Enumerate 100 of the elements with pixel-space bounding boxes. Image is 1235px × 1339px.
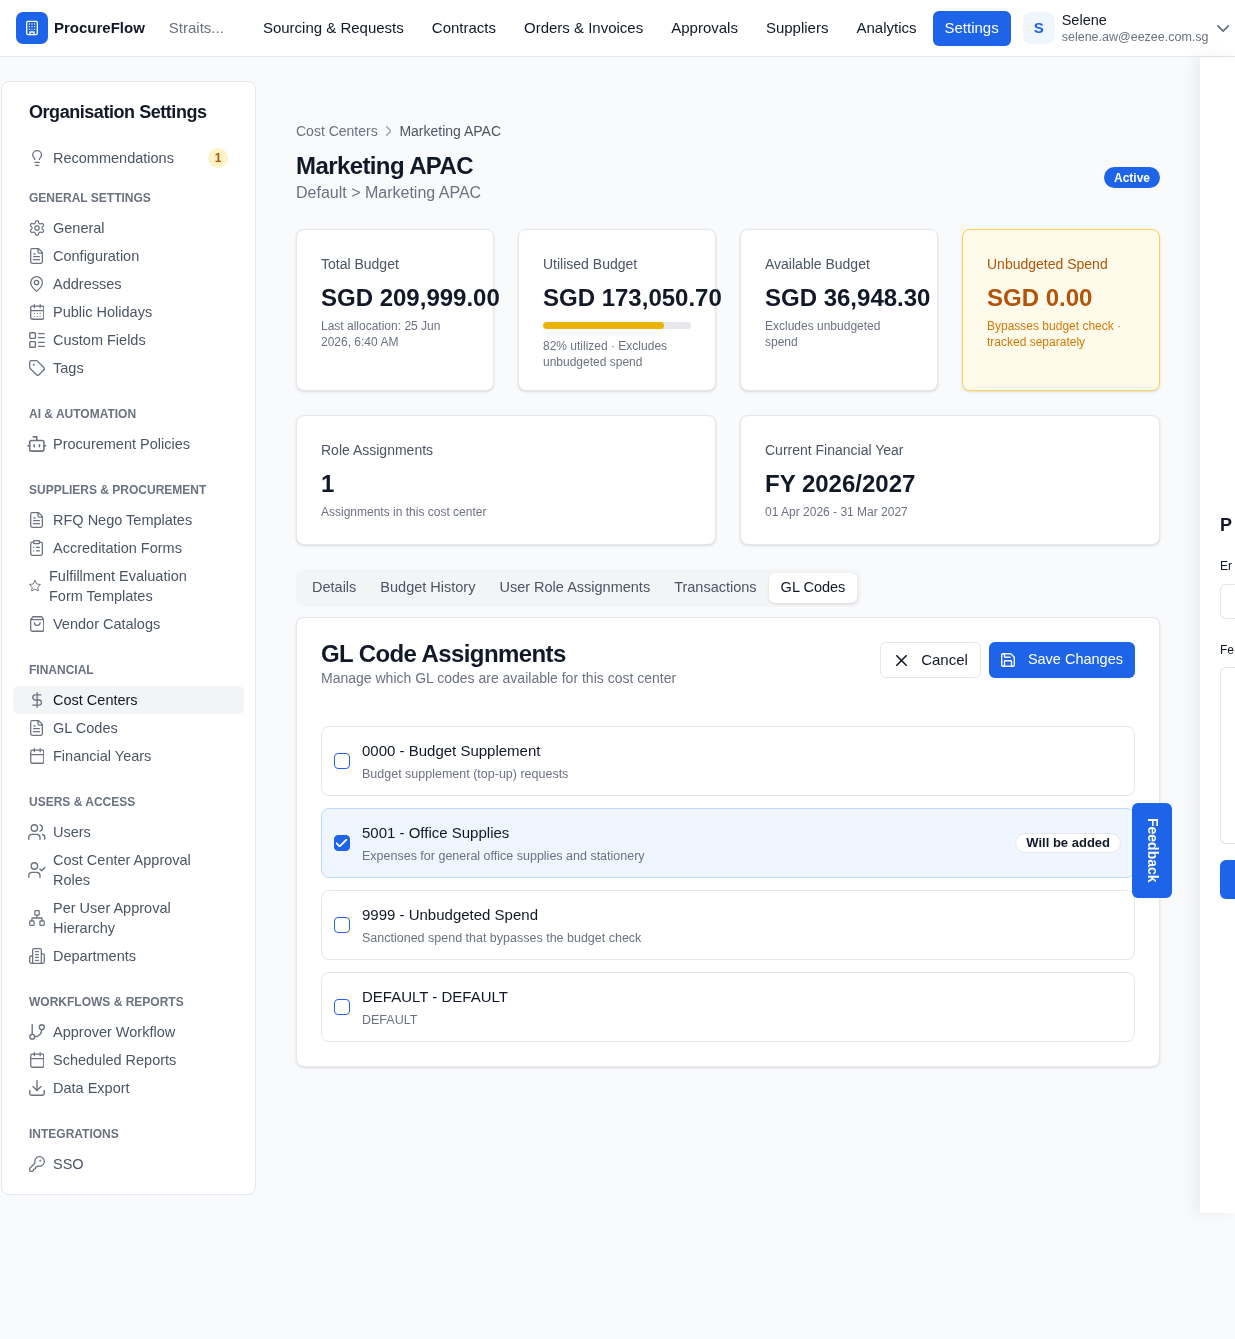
user-name: Selene (1061, 11, 1108, 29)
stat-note: Excludes unbudgeted spend (765, 318, 882, 350)
submit-button[interactable] (1220, 860, 1235, 899)
section-heading: GENERAL SETTINGS (28, 190, 152, 206)
page-title: Marketing APAC (296, 151, 474, 181)
sidebar-item[interactable]: Per User Approval Hierarchy (13, 894, 244, 942)
feedback-tab[interactable]: Feedback (1132, 803, 1172, 898)
nav-link[interactable]: Suppliers (753, 10, 841, 46)
tag-icon (29, 360, 45, 376)
section-heading: SUPPLIERS & PROCUREMENT (28, 482, 208, 498)
nav-link[interactable]: Approvals (659, 10, 750, 46)
users-icon (28, 824, 46, 840)
gl-code-name: DEFAULT - DEFAULT (362, 986, 508, 1007)
input-field[interactable] (1220, 584, 1235, 619)
organization-name[interactable]: Straits... (168, 16, 224, 40)
sidebar-item[interactable]: Vendor Catalogs (13, 610, 244, 638)
stat-note: Last allocation: 25 Jun 2026, 6:40 AM (321, 318, 442, 350)
summary-label: Current Financial Year (765, 441, 904, 460)
sidebar-item[interactable]: General (13, 214, 244, 242)
summary-value: 1 (321, 469, 335, 499)
section-heading: FINANCIAL (28, 662, 95, 678)
sidebar-item[interactable]: Cost Centers (13, 686, 244, 714)
sidebar-item[interactable]: Tags (13, 354, 244, 382)
user-avatar[interactable]: S (1022, 12, 1055, 44)
sidebar-item[interactable]: Addresses (13, 270, 244, 298)
logo-icon[interactable] (16, 12, 48, 44)
calendar-icon (29, 304, 45, 320)
stat-note: Bypasses budget check · tracked separately (987, 318, 1123, 350)
summary-note: Assignments in this cost center (321, 504, 487, 520)
map-pin-icon (30, 276, 44, 292)
nav-link[interactable]: Orders & Invoices (512, 10, 656, 46)
checkbox[interactable] (334, 753, 350, 769)
tab[interactable]: Details (300, 573, 369, 603)
sidebar-item[interactable]: Scheduled Reports (13, 1046, 244, 1074)
stat-value: SGD 173,050.70 (543, 283, 722, 313)
tab[interactable]: User Role Assignments (487, 573, 663, 603)
sidebar-item[interactable]: Approver Workflow (13, 1018, 244, 1046)
section-heading: INTEGRATIONS (28, 1126, 120, 1142)
shopping-bag-icon (29, 616, 45, 632)
dollar-sign-icon (32, 692, 42, 708)
sidebar-item[interactable]: Cost Center Approval Roles (13, 846, 244, 894)
checkbox[interactable] (334, 835, 350, 851)
download-icon (29, 1080, 45, 1096)
gl-code-description: Budget supplement (top-up) requests (362, 765, 569, 783)
field-label: Fe (1220, 642, 1234, 659)
key-icon (29, 1156, 45, 1172)
sidebar-item[interactable]: Recommendations 1 (13, 144, 244, 172)
sidebar-item[interactable]: Public Holidays (13, 298, 244, 326)
nav-link[interactable]: Contracts (419, 10, 508, 46)
sidebar-item[interactable]: Fulfillment Evaluation Form Templates (13, 562, 244, 610)
checkbox[interactable] (334, 999, 350, 1015)
close-icon (896, 654, 908, 666)
section-heading: WORKFLOWS & REPORTS (28, 994, 185, 1010)
panel-subtitle: Manage which GL codes are available for this cost center (321, 669, 677, 688)
gl-code-row[interactable]: 9999 - Unbudgeted Spend Sanctioned spend that bypasses the budget check (321, 890, 1135, 960)
section-heading: USERS & ACCESS (28, 794, 137, 810)
breadcrumb-link[interactable]: Cost Centers (296, 121, 378, 141)
sidebar-item[interactable]: Data Export (13, 1074, 244, 1102)
gl-code-description: DEFAULT (362, 1011, 419, 1029)
summary-label: Role Assignments (321, 441, 434, 460)
robot-icon (27, 436, 47, 452)
document-icon (30, 248, 44, 264)
sidebar-item[interactable]: Financial Years (13, 742, 244, 770)
gl-code-name: 0000 - Budget Supplement (362, 740, 542, 761)
nav-link[interactable]: Analytics (844, 10, 929, 46)
nav-link[interactable]: Sourcing & Requests (250, 10, 416, 46)
panel-heading: P (1220, 514, 1232, 537)
chevron-down-icon[interactable] (1216, 24, 1229, 32)
sidebar-item[interactable]: SSO (13, 1150, 244, 1178)
sidebar-item[interactable]: Users (13, 818, 244, 846)
tab[interactable]: Transactions (662, 573, 769, 603)
tab[interactable]: GL Codes (768, 573, 858, 603)
sidebar-item[interactable]: Departments (13, 942, 244, 970)
sidebar-item[interactable]: Accreditation Forms (13, 534, 244, 562)
stat-value: SGD 209,999.00 (321, 283, 500, 313)
gl-code-row[interactable]: 5001 - Office Supplies Expenses for general office supplies and stationery Will be added (321, 808, 1135, 878)
document-icon (30, 512, 44, 528)
nav-link[interactable]: Settings (932, 10, 1011, 46)
document-icon (30, 720, 44, 736)
sidebar-item[interactable]: Configuration (13, 242, 244, 270)
lightbulb-icon (31, 150, 43, 166)
tab[interactable]: Budget History (368, 573, 488, 603)
sidebar-item[interactable]: Procurement Policies (13, 430, 244, 458)
sidebar-item[interactable]: GL Codes (13, 714, 244, 742)
stat-label: Total Budget (321, 255, 399, 274)
status-badge: Will be added (1015, 833, 1121, 853)
gl-code-name: 5001 - Office Supplies (362, 822, 511, 843)
stat-label: Unbudgeted Spend (987, 255, 1108, 274)
gl-code-row[interactable]: DEFAULT - DEFAULT DEFAULT (321, 972, 1135, 1042)
gl-code-description: Sanctioned spend that bypasses the budget check (362, 929, 642, 947)
brand-name: ProcureFlow (54, 17, 145, 38)
sidebar-item[interactable]: Custom Fields (13, 326, 244, 354)
clipboard-icon (30, 540, 44, 556)
textarea-field[interactable] (1220, 667, 1235, 844)
checkbox[interactable] (334, 917, 350, 933)
cancel-button[interactable]: Cancel (880, 642, 981, 678)
sidebar-item[interactable]: RFQ Nego Templates (13, 506, 244, 534)
gl-code-row[interactable]: 0000 - Budget Supplement Budget supplement (top-up) requests (321, 726, 1135, 796)
stat-value: SGD 0.00 (987, 283, 1093, 313)
save-button[interactable]: Save Changes (988, 642, 1135, 678)
